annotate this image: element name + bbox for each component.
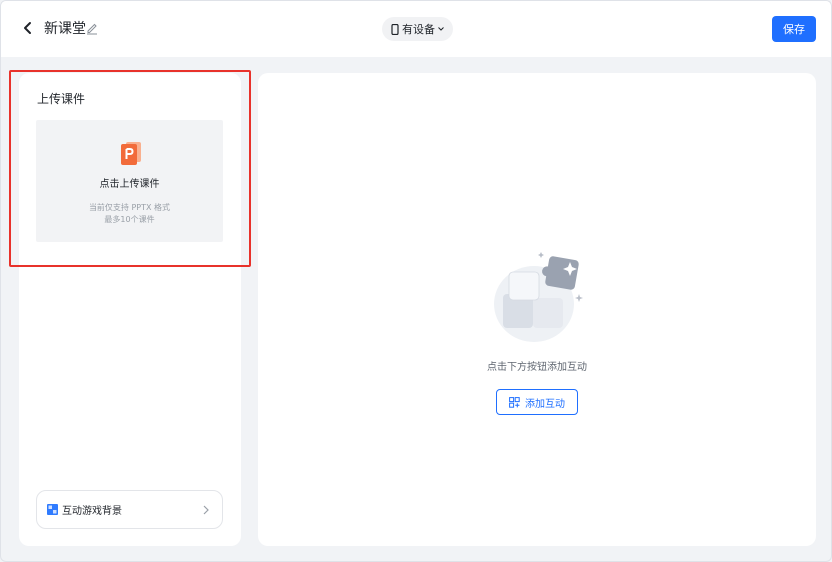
device-label: 有设备 <box>402 23 435 36</box>
add-interaction-label: 添加互动 <box>525 398 565 410</box>
game-background-row[interactable]: 互动游戏背景 <box>36 490 223 529</box>
upload-format-hint: 当前仅支持 PPTX 格式 <box>88 203 171 212</box>
section-title: 上传课件 <box>37 92 86 106</box>
top-bar: 新课堂 有设备 保存 <box>1 1 831 57</box>
save-button[interactable]: 保存 <box>772 16 816 42</box>
ppt-file-icon <box>121 142 141 165</box>
back-button[interactable] <box>19 18 37 38</box>
chevron-down-icon <box>438 27 444 31</box>
pencil-icon[interactable] <box>85 21 99 35</box>
grid-add-icon <box>509 396 520 408</box>
empty-state-text: 点击下方按钮添加互动 <box>487 362 587 373</box>
app-window: 新课堂 有设备 保存 上传课件 点击上传课件 当前仅支持 PPTX 格式 最多1… <box>0 0 832 562</box>
upload-limit-hint: 最多10个课件 <box>104 215 155 224</box>
upload-courseware-area[interactable]: 点击上传课件 当前仅支持 PPTX 格式 最多10个课件 <box>36 120 223 242</box>
chevron-right-icon <box>203 505 209 515</box>
puzzle-illustration <box>494 252 583 342</box>
game-background-label: 互动游戏背景 <box>62 506 122 517</box>
device-dropdown[interactable]: 有设备 <box>382 17 453 41</box>
add-interaction-button[interactable]: 添加互动 <box>496 389 578 415</box>
upload-label: 点击上传课件 <box>99 179 160 190</box>
phone-icon <box>391 23 399 35</box>
chevron-left-icon <box>24 22 31 34</box>
grid-icon <box>47 504 58 515</box>
page-title: 新课堂 <box>44 21 86 37</box>
